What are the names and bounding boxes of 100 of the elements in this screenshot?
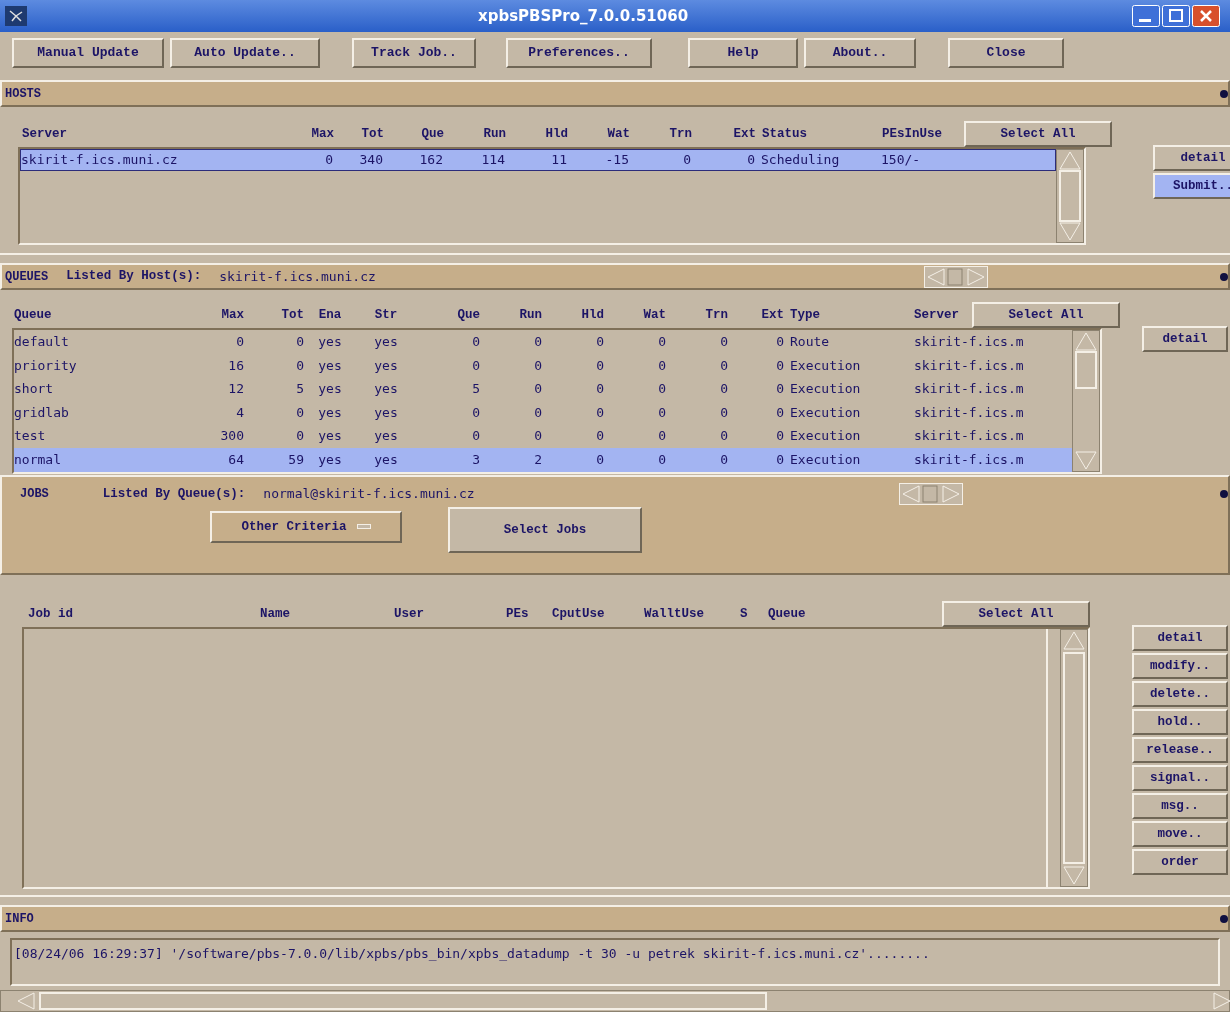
table-cell[interactable]: skirit-f.ics.m bbox=[908, 355, 1028, 376]
side-button[interactable]: modify.. bbox=[1132, 653, 1228, 679]
table-cell[interactable]: 0 bbox=[542, 402, 604, 423]
table-cell[interactable]: Scheduling bbox=[755, 150, 875, 170]
table-cell[interactable]: 0 bbox=[604, 332, 666, 352]
table-cell[interactable]: 0 bbox=[293, 150, 333, 170]
table-cell[interactable]: yes bbox=[356, 450, 416, 470]
table-cell[interactable]: yes bbox=[356, 402, 416, 423]
table-cell[interactable]: 0 bbox=[480, 332, 542, 352]
side-button[interactable]: delete.. bbox=[1132, 681, 1228, 707]
table-cell[interactable]: 11 bbox=[505, 150, 567, 170]
table-cell[interactable]: 0 bbox=[728, 450, 784, 470]
table-cell[interactable]: 0 bbox=[480, 426, 542, 446]
table-cell[interactable]: Execution bbox=[784, 426, 908, 446]
table-cell[interactable]: 0 bbox=[480, 379, 542, 399]
table-cell[interactable]: 0 bbox=[728, 332, 784, 352]
table-cell[interactable]: skirit-f.ics.muni.cz bbox=[21, 150, 293, 170]
table-cell[interactable]: 16 bbox=[194, 355, 244, 376]
table-cell[interactable]: yes bbox=[304, 402, 356, 423]
table-cell[interactable]: yes bbox=[356, 332, 416, 352]
table-cell[interactable]: 5 bbox=[416, 379, 480, 399]
dot-icon[interactable] bbox=[1218, 87, 1228, 100]
menu-button[interactable]: Manual Update bbox=[12, 38, 164, 68]
table-cell[interactable]: yes bbox=[304, 332, 356, 352]
table-cell[interactable]: 0 bbox=[666, 332, 728, 352]
table-cell[interactable]: short bbox=[14, 379, 194, 399]
table-cell[interactable]: 0 bbox=[666, 379, 728, 399]
table-cell[interactable]: 0 bbox=[542, 332, 604, 352]
table-cell[interactable]: 0 bbox=[728, 402, 784, 423]
table-cell[interactable]: 0 bbox=[604, 426, 666, 446]
horizontal-scrollbar[interactable] bbox=[0, 990, 1230, 1012]
scrollbar[interactable] bbox=[1056, 149, 1084, 243]
table-cell[interactable]: 0 bbox=[244, 355, 304, 376]
table-cell[interactable]: 0 bbox=[604, 355, 666, 376]
dot-icon[interactable] bbox=[1218, 488, 1228, 500]
table-cell[interactable]: 0 bbox=[604, 450, 666, 470]
maximize-icon[interactable] bbox=[1162, 5, 1190, 27]
table-cell[interactable]: yes bbox=[304, 450, 356, 470]
table-cell[interactable]: 0 bbox=[629, 150, 691, 170]
table-cell[interactable]: 0 bbox=[480, 355, 542, 376]
table-cell[interactable]: 0 bbox=[416, 402, 480, 423]
menu-button[interactable]: About.. bbox=[804, 38, 916, 68]
scrollbar[interactable] bbox=[1072, 330, 1100, 472]
side-button[interactable]: hold.. bbox=[1132, 709, 1228, 735]
table-cell[interactable]: yes bbox=[304, 426, 356, 446]
minimize-icon[interactable] bbox=[1132, 5, 1160, 27]
side-button[interactable]: move.. bbox=[1132, 821, 1228, 847]
table-cell[interactable]: 0 bbox=[666, 426, 728, 446]
table-cell[interactable]: 0 bbox=[542, 355, 604, 376]
table-cell[interactable]: skirit-f.ics.m bbox=[908, 450, 1028, 470]
side-button[interactable]: Submit.. bbox=[1153, 173, 1230, 199]
table-cell[interactable]: 150/- bbox=[875, 150, 967, 170]
table-cell[interactable]: 0 bbox=[416, 426, 480, 446]
table-cell[interactable]: yes bbox=[304, 379, 356, 399]
table-cell[interactable]: 3 bbox=[416, 450, 480, 470]
table-cell[interactable]: 0 bbox=[666, 402, 728, 423]
table-cell[interactable]: 0 bbox=[542, 426, 604, 446]
side-button[interactable]: msg.. bbox=[1132, 793, 1228, 819]
menu-button[interactable]: Close bbox=[948, 38, 1064, 68]
side-button[interactable]: order bbox=[1132, 849, 1228, 875]
table-cell[interactable]: 0 bbox=[728, 379, 784, 399]
table-cell[interactable]: -15 bbox=[567, 150, 629, 170]
scroll-arrows-icon[interactable] bbox=[923, 265, 988, 288]
table-cell[interactable]: normal bbox=[14, 450, 194, 470]
select-all-button[interactable]: Select All bbox=[964, 121, 1112, 147]
other-criteria-menu[interactable]: Other Criteria bbox=[210, 511, 402, 543]
table-cell[interactable]: 2 bbox=[480, 450, 542, 470]
table-cell[interactable]: 5 bbox=[244, 379, 304, 399]
menu-button[interactable]: Preferences.. bbox=[506, 38, 652, 68]
table-cell[interactable]: 64 bbox=[194, 450, 244, 470]
side-button[interactable]: detail bbox=[1142, 326, 1228, 352]
table-cell[interactable]: Execution bbox=[784, 379, 908, 399]
table-cell[interactable]: Route bbox=[784, 332, 908, 352]
menu-button[interactable]: Track Job.. bbox=[352, 38, 476, 68]
table-cell[interactable]: 0 bbox=[666, 450, 728, 470]
table-cell[interactable]: skirit-f.ics.m bbox=[908, 332, 1028, 352]
menu-button[interactable]: Auto Update.. bbox=[170, 38, 320, 68]
table-cell[interactable]: yes bbox=[356, 379, 416, 399]
table-cell[interactable]: 0 bbox=[416, 355, 480, 376]
table-cell[interactable]: skirit-f.ics.m bbox=[908, 426, 1028, 446]
table-cell[interactable]: 0 bbox=[244, 402, 304, 423]
table-cell[interactable]: 0 bbox=[691, 150, 755, 170]
close-icon[interactable] bbox=[1192, 5, 1220, 27]
table-cell[interactable]: 0 bbox=[728, 355, 784, 376]
select-all-button[interactable]: Select All bbox=[972, 302, 1120, 328]
dot-icon[interactable] bbox=[1218, 270, 1228, 283]
table-cell[interactable]: 0 bbox=[480, 402, 542, 423]
table-cell[interactable]: default bbox=[14, 332, 194, 352]
select-jobs-button[interactable]: Select Jobs bbox=[448, 507, 642, 553]
table-cell[interactable]: Execution bbox=[784, 402, 908, 423]
side-button[interactable]: detail bbox=[1132, 625, 1228, 651]
table-cell[interactable]: 0 bbox=[542, 450, 604, 470]
table-cell[interactable]: 0 bbox=[244, 426, 304, 446]
table-cell[interactable]: 0 bbox=[604, 379, 666, 399]
table-cell[interactable]: 59 bbox=[244, 450, 304, 470]
table-cell[interactable]: Execution bbox=[784, 450, 908, 470]
table-cell[interactable]: 12 bbox=[194, 379, 244, 399]
table-cell[interactable]: 0 bbox=[728, 426, 784, 446]
table-cell[interactable]: 4 bbox=[194, 402, 244, 423]
table-cell[interactable]: 0 bbox=[416, 332, 480, 352]
